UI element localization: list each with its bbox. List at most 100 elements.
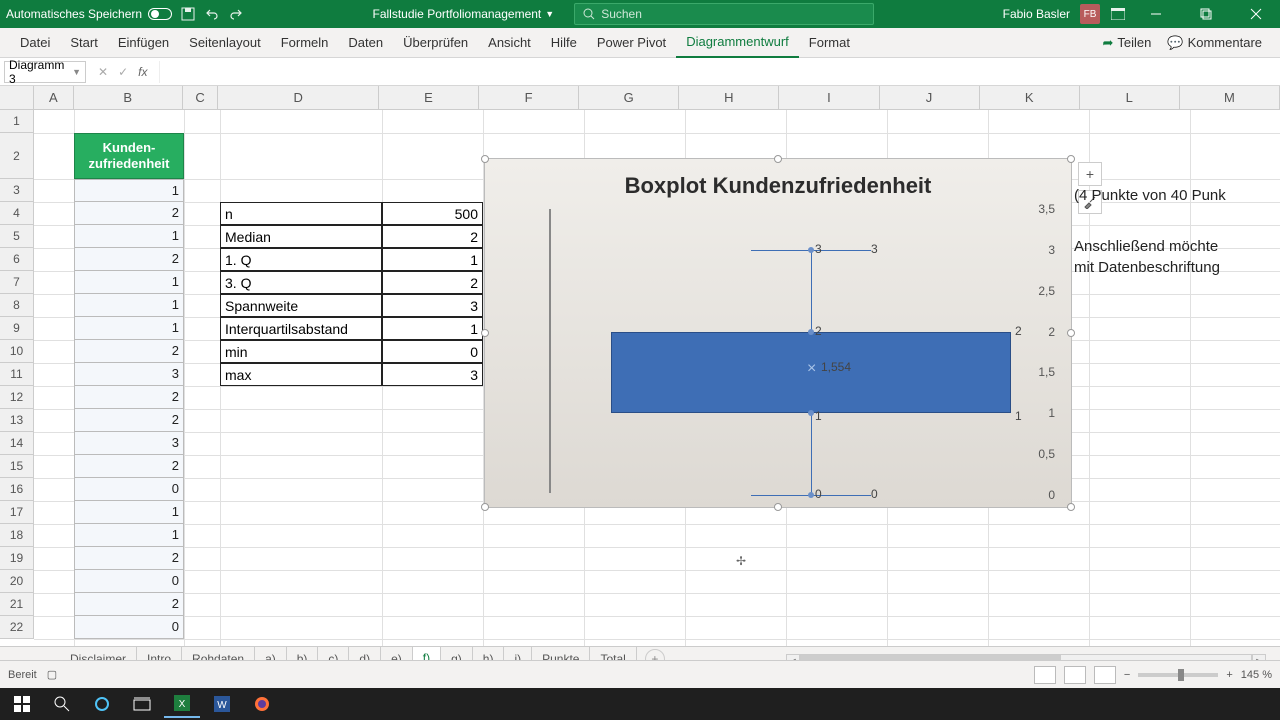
stat-value[interactable]: 1 — [382, 248, 483, 271]
ribbon-tab-ansicht[interactable]: Ansicht — [478, 28, 541, 58]
stat-label[interactable]: Interquartilsabstand — [220, 317, 382, 340]
data-cell[interactable]: 2 — [74, 248, 184, 271]
ribbon-tab-datei[interactable]: Datei — [10, 28, 60, 58]
macro-record-icon[interactable]: ▢ — [47, 668, 57, 681]
stat-label[interactable]: n — [220, 202, 382, 225]
chart-plus-button[interactable]: + — [1078, 162, 1102, 186]
row-header[interactable]: 13 — [0, 409, 33, 432]
data-cell[interactable]: 1 — [74, 225, 184, 248]
row-header[interactable]: 20 — [0, 570, 33, 593]
data-cell[interactable]: 0 — [74, 570, 184, 593]
data-cell[interactable]: 2 — [74, 409, 184, 432]
column-header[interactable]: A — [34, 86, 74, 109]
stat-label[interactable]: 3. Q — [220, 271, 382, 294]
row-header[interactable]: 12 — [0, 386, 33, 409]
minimize-button[interactable] — [1136, 0, 1176, 28]
ribbon-tab-formeln[interactable]: Formeln — [271, 28, 339, 58]
view-page-layout-button[interactable] — [1064, 666, 1086, 684]
cancel-icon[interactable]: ✕ — [98, 65, 108, 79]
data-cell[interactable]: 1 — [74, 501, 184, 524]
data-cell[interactable]: 3 — [74, 363, 184, 386]
data-cell[interactable]: 1 — [74, 524, 184, 547]
select-all-corner[interactable] — [0, 86, 34, 110]
data-cell[interactable]: 0 — [74, 616, 184, 639]
stat-value[interactable]: 3 — [382, 363, 483, 386]
stat-value[interactable]: 500 — [382, 202, 483, 225]
column-header[interactable]: K — [980, 86, 1080, 109]
data-cell[interactable]: 1 — [74, 179, 184, 202]
view-normal-button[interactable] — [1034, 666, 1056, 684]
data-cell[interactable]: 2 — [74, 386, 184, 409]
stat-value[interactable]: 1 — [382, 317, 483, 340]
data-cell[interactable]: 1 — [74, 294, 184, 317]
column-header[interactable]: G — [579, 86, 679, 109]
undo-icon[interactable] — [204, 6, 220, 22]
column-header[interactable]: I — [779, 86, 879, 109]
column-header[interactable]: B — [74, 86, 183, 109]
row-header[interactable]: 11 — [0, 363, 33, 386]
column-header[interactable]: D — [218, 86, 379, 109]
data-cell[interactable]: 2 — [74, 455, 184, 478]
stat-label[interactable]: 1. Q — [220, 248, 382, 271]
firefox-taskbar-icon[interactable] — [244, 690, 280, 718]
row-header[interactable]: 4 — [0, 202, 33, 225]
row-header[interactable]: 15 — [0, 455, 33, 478]
user-avatar[interactable]: FB — [1080, 4, 1100, 24]
data-cell[interactable]: 2 — [74, 202, 184, 225]
row-header[interactable]: 6 — [0, 248, 33, 271]
stat-label[interactable]: Median — [220, 225, 382, 248]
share-button[interactable]: ➦Teilen — [1095, 35, 1160, 51]
redo-icon[interactable] — [228, 6, 244, 22]
zoom-slider[interactable] — [1138, 673, 1218, 677]
row-header[interactable]: 21 — [0, 593, 33, 616]
row-header[interactable]: 3 — [0, 179, 33, 202]
column-header[interactable]: L — [1080, 86, 1180, 109]
row-header[interactable]: 22 — [0, 616, 33, 639]
fx-icon[interactable]: fx — [138, 65, 147, 79]
row-header[interactable]: 9 — [0, 317, 33, 340]
task-view-icon[interactable] — [124, 690, 160, 718]
ribbon-tab-start[interactable]: Start — [60, 28, 107, 58]
stat-value[interactable]: 3 — [382, 294, 483, 317]
stat-label[interactable]: Spannweite — [220, 294, 382, 317]
row-header[interactable]: 1 — [0, 110, 33, 133]
confirm-icon[interactable]: ✓ — [118, 65, 128, 79]
maximize-button[interactable] — [1186, 0, 1226, 28]
data-cell[interactable]: 0 — [74, 478, 184, 501]
column-header[interactable]: J — [880, 86, 980, 109]
row-header[interactable]: 19 — [0, 547, 33, 570]
formula-input[interactable] — [159, 61, 1280, 83]
cells-area[interactable]: Kunden- zufriedenheit 121211123223201120… — [34, 110, 1280, 650]
zoom-in-button[interactable]: + — [1226, 669, 1232, 681]
ribbon-tab-power pivot[interactable]: Power Pivot — [587, 28, 676, 58]
data-cell[interactable]: 3 — [74, 432, 184, 455]
column-header[interactable]: M — [1180, 86, 1280, 109]
data-cell[interactable]: 2 — [74, 593, 184, 616]
ribbon-tab-überprüfen[interactable]: Überprüfen — [393, 28, 478, 58]
column-header[interactable]: E — [379, 86, 479, 109]
ribbon-tab-diagrammentwurf[interactable]: Diagrammentwurf — [676, 28, 799, 58]
column-header[interactable]: H — [679, 86, 779, 109]
view-page-break-button[interactable] — [1094, 666, 1116, 684]
column-header[interactable]: F — [479, 86, 579, 109]
close-button[interactable] — [1236, 0, 1276, 28]
search-input[interactable]: Suchen — [574, 3, 874, 25]
ribbon-tab-einfügen[interactable]: Einfügen — [108, 28, 179, 58]
autosave-toggle[interactable]: Automatisches Speichern — [6, 7, 172, 21]
stat-value[interactable]: 2 — [382, 271, 483, 294]
start-button[interactable] — [4, 690, 40, 718]
row-header[interactable]: 2 — [0, 133, 33, 179]
spreadsheet-grid[interactable]: ABCDEFGHIJKLM 12345678910111213141516171… — [0, 86, 1280, 650]
stat-value[interactable]: 0 — [382, 340, 483, 363]
comments-button[interactable]: 💬Kommentare — [1159, 35, 1270, 51]
row-header[interactable]: 10 — [0, 340, 33, 363]
word-taskbar-icon[interactable]: W — [204, 690, 240, 718]
ribbon-tab-seitenlayout[interactable]: Seitenlayout — [179, 28, 271, 58]
window-layout-icon[interactable] — [1110, 6, 1126, 22]
stat-label[interactable]: min — [220, 340, 382, 363]
zoom-out-button[interactable]: − — [1124, 669, 1130, 681]
name-box[interactable]: Diagramm 3 ▼ — [4, 61, 86, 83]
stat-label[interactable]: max — [220, 363, 382, 386]
ribbon-tab-hilfe[interactable]: Hilfe — [541, 28, 587, 58]
row-header[interactable]: 7 — [0, 271, 33, 294]
